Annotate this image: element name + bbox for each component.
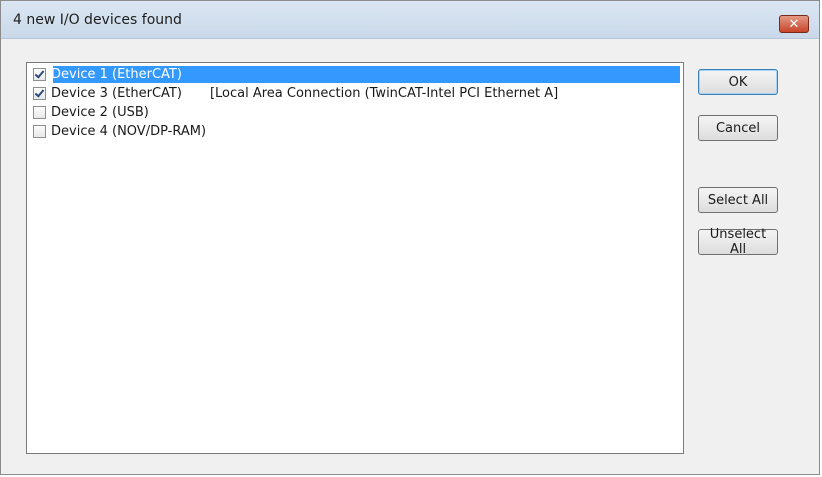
unselect-all-button[interactable]: Unselect All xyxy=(698,227,778,257)
device-checkbox-3[interactable] xyxy=(33,105,46,119)
device-checkbox-1[interactable] xyxy=(33,67,46,81)
device-label-3: Device 2 (USB) xyxy=(51,104,149,120)
device-list[interactable]: Device 1 (EtherCAT) Device 3 (EtherCAT) … xyxy=(26,62,684,454)
device-label-4: Device 4 (NOV/DP-RAM) xyxy=(51,123,207,139)
close-button[interactable]: ✕ xyxy=(779,15,809,33)
device-connection-2: [Local Area Connection (TwinCAT-Intel PC… xyxy=(209,85,559,101)
device-checkbox-4[interactable] xyxy=(33,124,46,138)
device-row-4[interactable]: Device 4 (NOV/DP-RAM) xyxy=(29,122,681,140)
close-icon: ✕ xyxy=(788,16,800,32)
device-label-2: Device 3 (EtherCAT) xyxy=(51,85,182,101)
cancel-button[interactable]: Cancel xyxy=(698,115,778,141)
device-checkbox-2[interactable] xyxy=(33,86,46,100)
device-row-1[interactable]: Device 1 (EtherCAT) xyxy=(29,65,681,83)
device-row-3[interactable]: Device 2 (USB) xyxy=(29,103,681,121)
title-bar[interactable]: 4 new I/O devices found ✕ xyxy=(1,1,819,39)
device-row-2[interactable]: Device 3 (EtherCAT) [Local Area Connecti… xyxy=(29,84,681,102)
window-title: 4 new I/O devices found xyxy=(13,12,182,28)
dialog-body: Device 1 (EtherCAT) Device 3 (EtherCAT) … xyxy=(8,39,814,469)
dialog-window: 4 new I/O devices found ✕ Device 1 (Ethe… xyxy=(0,0,820,475)
select-all-button[interactable]: Select All xyxy=(698,187,778,213)
device-label-1: Device 1 (EtherCAT) xyxy=(51,66,182,82)
ok-button[interactable]: OK xyxy=(698,69,778,95)
